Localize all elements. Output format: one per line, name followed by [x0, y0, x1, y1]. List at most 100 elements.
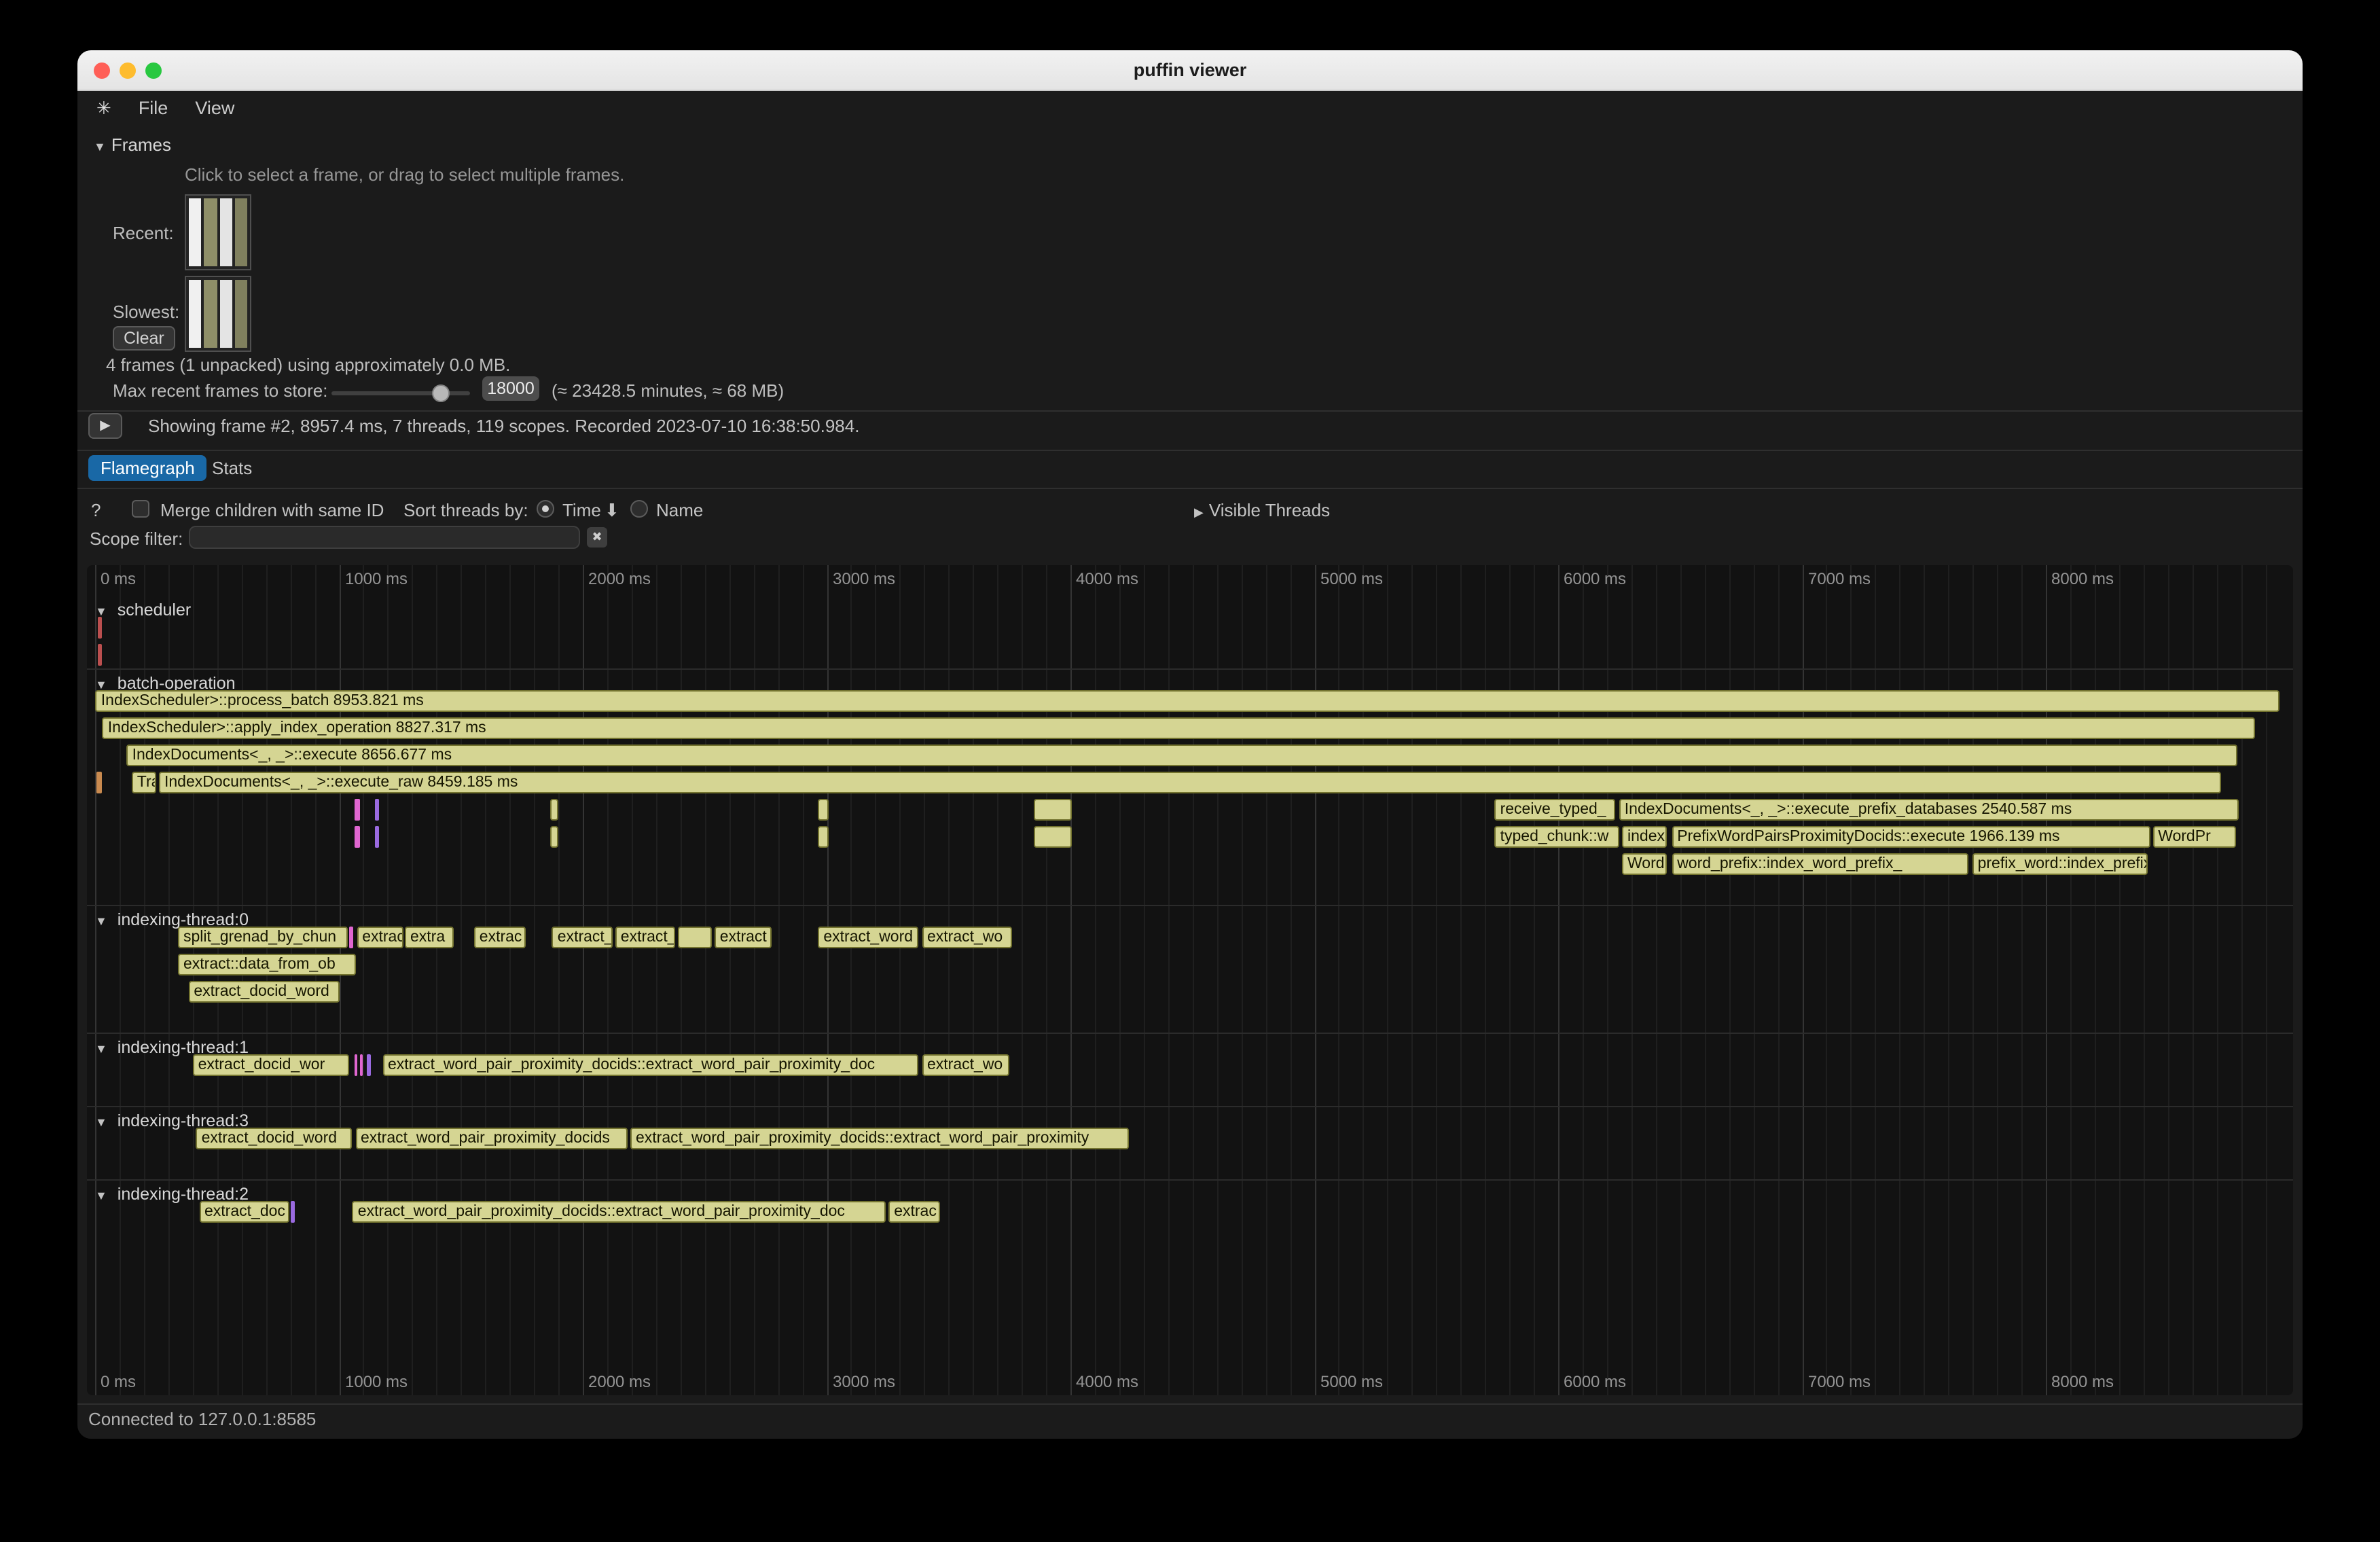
- sort-time-label[interactable]: Time: [562, 500, 601, 520]
- merge-children-checkbox[interactable]: [132, 500, 149, 518]
- scope-bar[interactable]: [375, 799, 379, 821]
- scope-bar[interactable]: extract::data_from_ob: [178, 954, 355, 975]
- frames-section-header[interactable]: ▼Frames: [94, 135, 171, 155]
- radio-sort-name[interactable]: [630, 500, 648, 518]
- scope-bar[interactable]: extract_doc: [199, 1201, 289, 1223]
- visible-threads-label: Visible Threads: [1209, 500, 1330, 520]
- scope-bar[interactable]: extra: [405, 927, 453, 948]
- frame-bar[interactable]: [189, 198, 202, 266]
- scope-bar[interactable]: [354, 799, 360, 821]
- scope-bar[interactable]: extract_word_pair_proximity_docids::extr…: [382, 1054, 919, 1076]
- scope-bar[interactable]: WordPr: [2152, 826, 2235, 848]
- frame-bar[interactable]: [219, 280, 232, 348]
- frame-bar[interactable]: [235, 198, 248, 266]
- scope-bar[interactable]: word_prefix::index_word_prefix_: [1672, 853, 1968, 875]
- frame-bar[interactable]: [189, 280, 202, 348]
- scope-bar[interactable]: extract_word_pair_proximity_docids::extr…: [630, 1128, 1130, 1149]
- scope-bar[interactable]: [291, 1201, 295, 1223]
- scope-bar[interactable]: [375, 826, 379, 848]
- titlebar[interactable]: puffin viewer: [77, 50, 2303, 91]
- recent-frames-thumbnail[interactable]: [185, 194, 251, 270]
- scope-bar[interactable]: PrefixWordPairsProximityDocids::execute …: [1672, 826, 2151, 848]
- sort-threads-label: Sort threads by:: [403, 500, 528, 520]
- scope-bar[interactable]: [354, 1054, 357, 1076]
- scope-bar[interactable]: extract_docid_word: [188, 981, 340, 1003]
- frame-bar[interactable]: [204, 280, 217, 348]
- scope-bar[interactable]: IndexScheduler>::process_batch 8953.821 …: [96, 690, 2279, 712]
- scope-bar[interactable]: extract_wo: [922, 927, 1012, 948]
- tab-stats[interactable]: Stats: [200, 455, 264, 481]
- axis-tick-label: 4000 ms: [1076, 1372, 1138, 1391]
- clear-frames-button[interactable]: Clear: [113, 326, 175, 351]
- slider-knob[interactable]: [432, 384, 450, 402]
- visible-threads-header[interactable]: ▶Visible Threads: [1194, 500, 1330, 520]
- scope-bar[interactable]: [98, 644, 102, 666]
- collapse-icon: ▼: [95, 605, 107, 618]
- scope-bar[interactable]: [96, 772, 101, 793]
- radio-sort-time[interactable]: [537, 500, 554, 518]
- axis-tick-label: 6000 ms: [1564, 569, 1626, 588]
- scope-bar[interactable]: [551, 826, 558, 848]
- scope-bar[interactable]: typed_chunk::w: [1495, 826, 1620, 848]
- scope-bar[interactable]: [551, 799, 558, 821]
- scope-bar[interactable]: extract_: [552, 927, 613, 948]
- scope-bar[interactable]: IndexDocuments<_, _>::execute 8656.677 m…: [127, 745, 2238, 766]
- scope-bar[interactable]: [818, 799, 829, 821]
- scope-bar[interactable]: extrac: [888, 1201, 939, 1223]
- axis-tick-label: 5000 ms: [1320, 569, 1383, 588]
- scope-bar[interactable]: extract_word_pair_proximity_docids::extr…: [353, 1201, 886, 1223]
- frame-bar[interactable]: [235, 280, 248, 348]
- menu-file[interactable]: File: [139, 98, 168, 118]
- theme-toggle-icon[interactable]: ✳: [96, 97, 111, 119]
- scope-bar[interactable]: Trans: [132, 772, 157, 793]
- scope-bar[interactable]: extract: [357, 927, 403, 948]
- thread-header-scheduler[interactable]: ▼ scheduler: [95, 600, 191, 620]
- merge-children-label[interactable]: Merge children with same ID: [160, 500, 384, 520]
- scope-bar[interactable]: [367, 1054, 372, 1076]
- scope-bar[interactable]: [1034, 826, 1072, 848]
- max-frames-slider[interactable]: [331, 383, 470, 404]
- menu-view[interactable]: View: [195, 98, 234, 118]
- slowest-frames-thumbnail[interactable]: [185, 276, 251, 352]
- scope-bar[interactable]: extract_word_pair_proximity_docids: [355, 1128, 628, 1149]
- slowest-frames-label: Slowest:: [113, 302, 179, 322]
- collapse-icon: ▼: [95, 914, 107, 928]
- scope-bar[interactable]: index: [1622, 826, 1667, 848]
- sort-name-label[interactable]: Name: [656, 500, 703, 520]
- frame-bar[interactable]: [219, 198, 232, 266]
- axis-tick-label: 7000 ms: [1808, 569, 1871, 588]
- tab-flamegraph[interactable]: Flamegraph: [88, 455, 207, 481]
- axis-tick-label: 2000 ms: [588, 569, 651, 588]
- axis-tick-label: 7000 ms: [1808, 1372, 1871, 1391]
- scope-bar[interactable]: extract_: [615, 927, 676, 948]
- scope-filter-input[interactable]: [189, 526, 580, 549]
- frame-bar[interactable]: [204, 198, 217, 266]
- scope-bar[interactable]: extract_wo: [922, 1054, 1009, 1076]
- scope-bar[interactable]: Word: [1622, 853, 1667, 875]
- frames-title: Frames: [111, 135, 171, 155]
- max-frames-value[interactable]: 18000: [482, 376, 539, 401]
- scope-bar[interactable]: IndexDocuments<_, _>::execute_raw 8459.1…: [159, 772, 2222, 793]
- scope-bar[interactable]: [349, 927, 353, 948]
- flamegraph-canvas[interactable]: 0 ms0 ms1000 ms1000 ms2000 ms2000 ms3000…: [87, 565, 2293, 1395]
- scope-bar[interactable]: [1034, 799, 1072, 821]
- scope-bar[interactable]: [354, 826, 360, 848]
- scope-bar[interactable]: extract_docid_word: [196, 1128, 353, 1149]
- recent-frames-label: Recent:: [113, 223, 174, 243]
- scope-bar[interactable]: [679, 927, 712, 948]
- scope-bar[interactable]: extrac: [474, 927, 525, 948]
- scope-bar[interactable]: IndexDocuments<_, _>::execute_prefix_dat…: [1619, 799, 2239, 821]
- scope-bar[interactable]: receive_typed_: [1495, 799, 1615, 821]
- scope-bar[interactable]: extract_docid_wor: [193, 1054, 349, 1076]
- scope-bar[interactable]: split_grenad_by_chun: [178, 927, 348, 948]
- scope-bar[interactable]: [98, 617, 102, 639]
- scope-bar[interactable]: IndexScheduler>::apply_index_operation 8…: [103, 717, 2255, 739]
- scope-bar[interactable]: [818, 826, 829, 848]
- help-button[interactable]: ?: [91, 500, 101, 520]
- scope-bar[interactable]: extract: [715, 927, 772, 948]
- play-button[interactable]: ▶: [88, 413, 122, 439]
- scope-bar[interactable]: prefix_word::index_prefix_wo: [1972, 853, 2148, 875]
- sort-direction-icon[interactable]: ⬇: [605, 500, 619, 522]
- clear-filter-button[interactable]: ✖: [587, 527, 607, 548]
- scope-bar[interactable]: extract_word: [818, 927, 918, 948]
